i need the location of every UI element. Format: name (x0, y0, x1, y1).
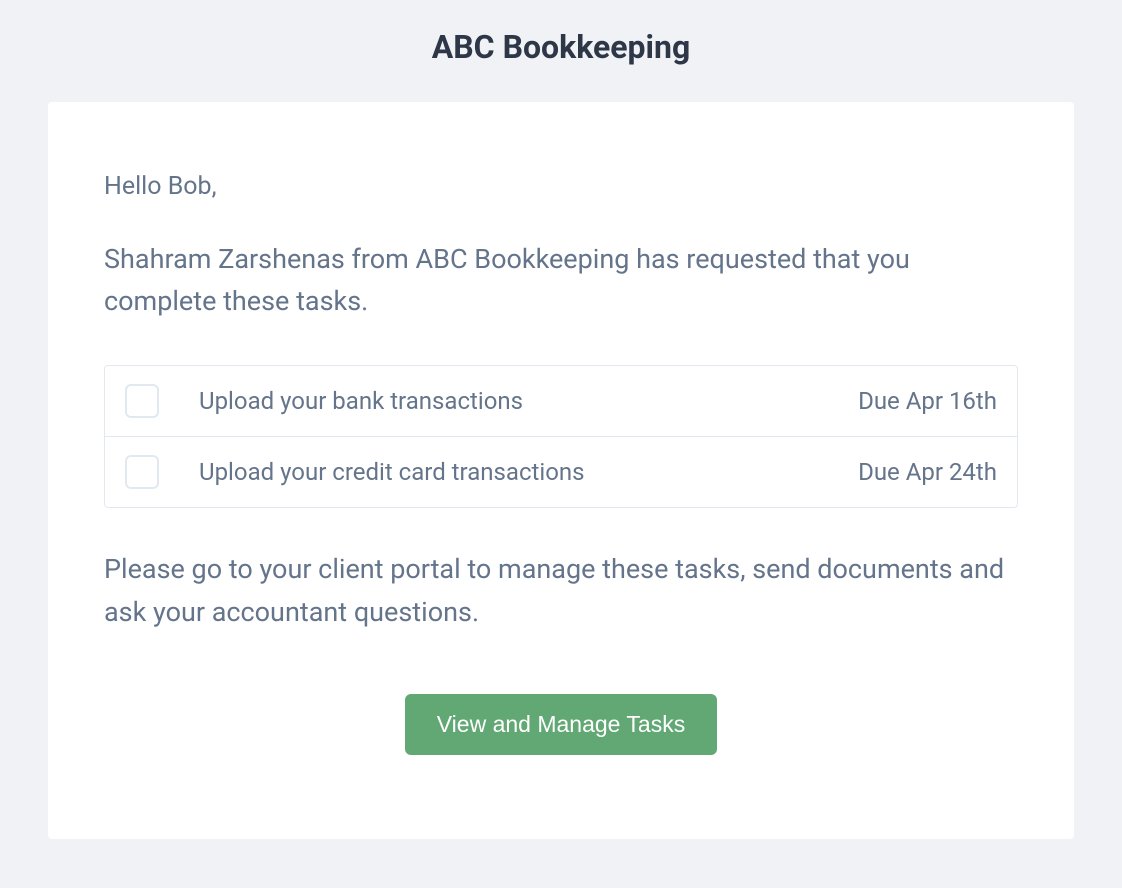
task-row: Upload your credit card transactions Due… (105, 437, 1017, 507)
task-row: Upload your bank transactions Due Apr 16… (105, 366, 1017, 437)
checkbox-icon[interactable] (125, 384, 159, 418)
checkbox-icon[interactable] (125, 455, 159, 489)
cta-container: View and Manage Tasks (104, 694, 1018, 755)
task-due: Due Apr 24th (858, 458, 997, 486)
outro-text: Please go to your client portal to manag… (104, 548, 1018, 634)
view-manage-tasks-button[interactable]: View and Manage Tasks (405, 694, 717, 755)
task-list: Upload your bank transactions Due Apr 16… (104, 365, 1018, 508)
task-label: Upload your bank transactions (199, 387, 858, 415)
page-title: ABC Bookkeeping (0, 0, 1122, 102)
greeting-text: Hello Bob, (104, 172, 1018, 201)
task-due: Due Apr 16th (858, 387, 997, 415)
task-label: Upload your credit card transactions (199, 458, 858, 486)
email-card: Hello Bob, Shahram Zarshenas from ABC Bo… (48, 102, 1074, 839)
intro-text: Shahram Zarshenas from ABC Bookkeeping h… (104, 239, 1018, 323)
